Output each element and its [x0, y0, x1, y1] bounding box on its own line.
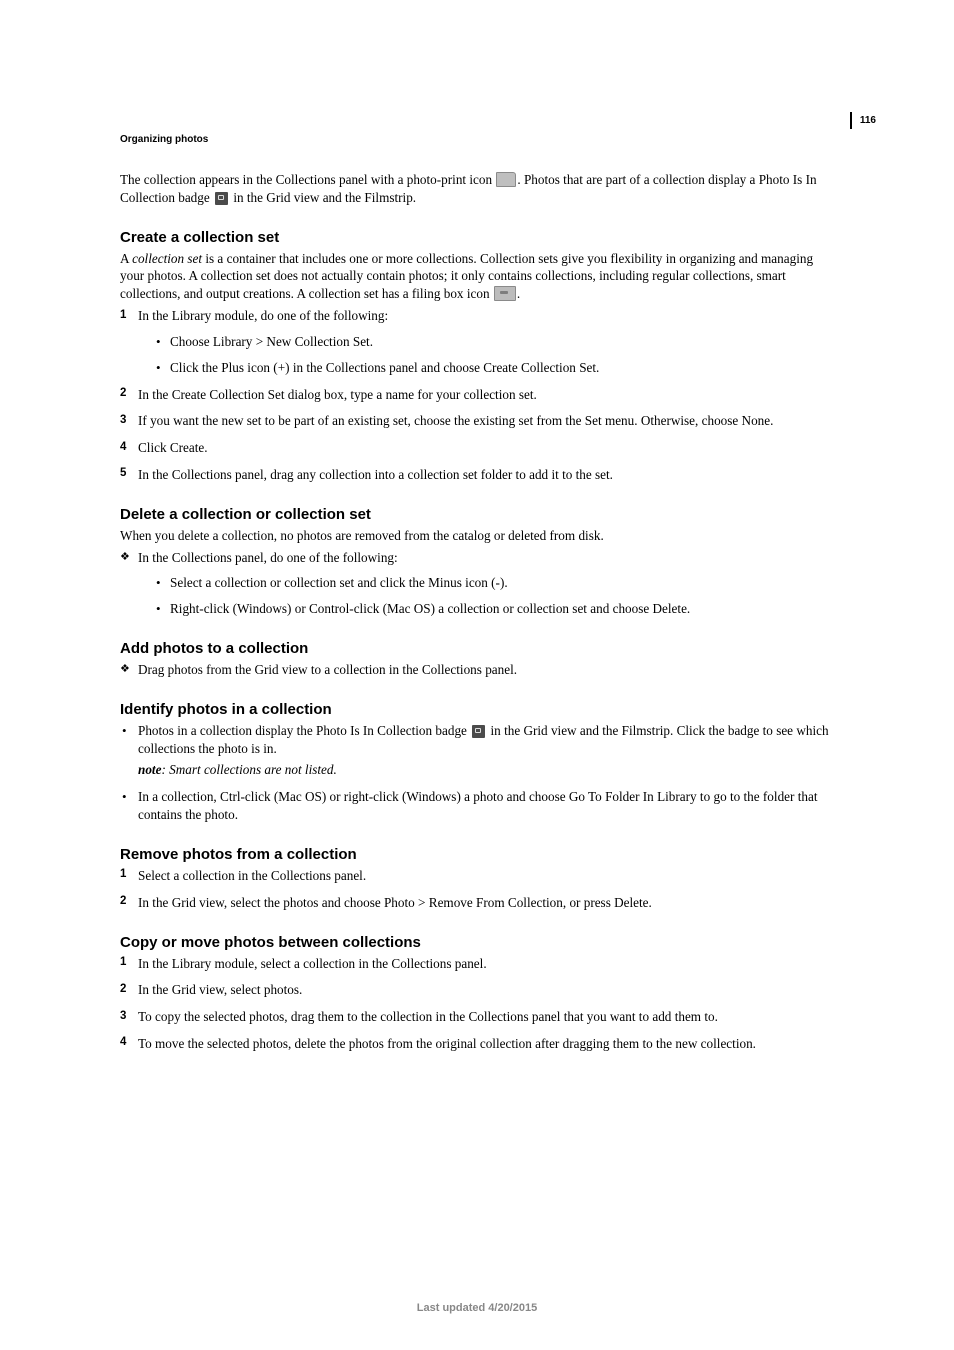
- list-item: 2 In the Create Collection Set dialog box…: [120, 386, 834, 404]
- text: Select a collection or collection set an…: [170, 575, 508, 590]
- note-label: note: [138, 762, 161, 777]
- step-number: 3: [120, 413, 126, 429]
- page-number: 116: [850, 112, 876, 129]
- step-text: In the Grid view, select the photos and …: [138, 895, 652, 910]
- text: Choose Library > New Collection Set.: [170, 334, 373, 349]
- step-text: To copy the selected photos, drag them t…: [138, 1009, 718, 1024]
- text: In a collection, Ctrl-click (Mac OS) or …: [138, 789, 817, 822]
- step-number: 3: [120, 1009, 126, 1025]
- add-list: Drag photos from the Grid view to a coll…: [120, 661, 834, 679]
- step-text: If you want the new set to be part of an…: [138, 413, 773, 428]
- section-title-copy: Copy or move photos between collections: [120, 934, 834, 951]
- list-item: Photos in a collection display the Photo…: [120, 722, 834, 779]
- intro-paragraph: The collection appears in the Collection…: [120, 171, 834, 207]
- text: Right-click (Windows) or Control-click (…: [170, 601, 690, 616]
- term-collection-set: collection set: [132, 251, 202, 266]
- copy-steps: 1 In the Library module, select a collect…: [120, 955, 834, 1053]
- list-item: 2 In the Grid view, select photos.: [120, 981, 834, 999]
- list-item: 4 To move the selected photos, delete the…: [120, 1035, 834, 1053]
- filing-box-icon: [494, 286, 516, 301]
- step-text: In the Library module, do one of the fol…: [138, 308, 388, 323]
- in-collection-badge-icon: [472, 725, 485, 738]
- list-item: 1 Select a collection in the Collections …: [120, 867, 834, 885]
- identify-list: Photos in a collection display the Photo…: [120, 722, 834, 824]
- list-item: In the Collections panel, do one of the …: [120, 549, 834, 618]
- note: note: Smart collections are not listed.: [138, 761, 834, 779]
- section-title-add: Add photos to a collection: [120, 640, 834, 657]
- delete-desc: When you delete a collection, no photos …: [120, 527, 834, 545]
- step-text: In the Create Collection Set dialog box,…: [138, 387, 537, 402]
- step-text: Select a collection in the Collections p…: [138, 868, 366, 883]
- footer-last-updated: Last updated 4/20/2015: [0, 1302, 954, 1314]
- step-number: 2: [120, 386, 126, 402]
- list-item: 4 Click Create.: [120, 439, 834, 457]
- step-number: 2: [120, 894, 126, 910]
- list-item: 1 In the Library module, select a collect…: [120, 955, 834, 973]
- delete-list: In the Collections panel, do one of the …: [120, 549, 834, 618]
- list-item: 3 To copy the selected photos, drag them …: [120, 1008, 834, 1026]
- note-text: : Smart collections are not listed.: [161, 762, 336, 777]
- text: Photos in a collection display the Photo…: [138, 723, 470, 738]
- section-title-identify: Identify photos in a collection: [120, 701, 834, 718]
- step-text: In the Collections panel, drag any colle…: [138, 467, 613, 482]
- intro-text-1: The collection appears in the Collection…: [120, 172, 495, 187]
- step-number: 1: [120, 308, 126, 324]
- text: In the Collections panel, do one of the …: [138, 550, 398, 565]
- list-item: In a collection, Ctrl-click (Mac OS) or …: [120, 788, 834, 824]
- step-number: 2: [120, 982, 126, 998]
- list-item: 2 In the Grid view, select the photos and…: [120, 894, 834, 912]
- section-title-create-set: Create a collection set: [120, 229, 834, 246]
- step-number: 5: [120, 466, 126, 482]
- step-text: Click Create.: [138, 440, 208, 455]
- list-item: Right-click (Windows) or Control-click (…: [156, 600, 834, 618]
- list-item: Choose Library > New Collection Set.: [156, 333, 834, 351]
- in-collection-badge-icon: [215, 192, 228, 205]
- section-title-delete: Delete a collection or collection set: [120, 506, 834, 523]
- step-number: 4: [120, 440, 126, 456]
- step-number: 4: [120, 1035, 126, 1051]
- intro-text-3: in the Grid view and the Filmstrip.: [230, 190, 416, 205]
- step-text: To move the selected photos, delete the …: [138, 1036, 756, 1051]
- text: Click the Plus icon (+) in the Collectio…: [170, 360, 599, 375]
- list-item: 1 In the Library module, do one of the fo…: [120, 307, 834, 376]
- step-text: In the Grid view, select photos.: [138, 982, 302, 997]
- sublist: Select a collection or collection set an…: [156, 574, 834, 618]
- text: Drag photos from the Grid view to a coll…: [138, 662, 517, 677]
- section-title-remove: Remove photos from a collection: [120, 846, 834, 863]
- text: A: [120, 251, 132, 266]
- text: is a container that includes one or more…: [120, 251, 813, 302]
- text: .: [517, 286, 520, 301]
- create-set-steps: 1 In the Library module, do one of the fo…: [120, 307, 834, 484]
- sublist: Choose Library > New Collection Set. Cli…: [156, 333, 834, 377]
- list-item: Select a collection or collection set an…: [156, 574, 834, 592]
- create-set-desc: A collection set is a container that inc…: [120, 250, 834, 303]
- page: Organizing photos 116 The collection app…: [0, 0, 954, 1350]
- remove-steps: 1 Select a collection in the Collections …: [120, 867, 834, 912]
- header-section-label: Organizing photos: [120, 134, 208, 145]
- list-item: 3 If you want the new set to be part of a…: [120, 412, 834, 430]
- step-text: In the Library module, select a collecti…: [138, 956, 487, 971]
- step-number: 1: [120, 867, 126, 883]
- content: The collection appears in the Collection…: [120, 171, 834, 1053]
- step-number: 1: [120, 955, 126, 971]
- list-item: Click the Plus icon (+) in the Collectio…: [156, 359, 834, 377]
- list-item: 5 In the Collections panel, drag any coll…: [120, 466, 834, 484]
- photo-print-icon: [496, 172, 516, 187]
- list-item: Drag photos from the Grid view to a coll…: [120, 661, 834, 679]
